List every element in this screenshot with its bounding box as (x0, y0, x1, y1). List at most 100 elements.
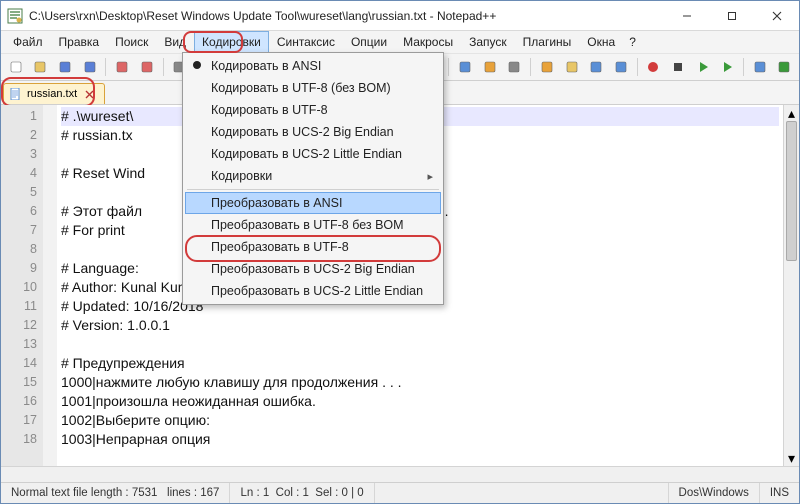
code-line: 1001|произошла неожиданная ошибка. (61, 392, 779, 411)
status-eol: Dos\Windows (669, 483, 760, 503)
line-number: 13 (1, 335, 37, 354)
toolbar-new-button[interactable] (5, 56, 27, 78)
line-number: 15 (1, 373, 37, 392)
toolbar-forward-button[interactable] (716, 56, 738, 78)
status-caret: Ln : 1 Col : 1 Sel : 0 | 0 (230, 483, 374, 503)
tab-label: russian.txt (27, 88, 77, 100)
menu-макросы[interactable]: Макросы (395, 31, 461, 53)
outdent-icon (588, 59, 604, 75)
menu-опции[interactable]: Опции (343, 31, 395, 53)
menu-синтаксис[interactable]: Синтаксис (269, 31, 343, 53)
scroll-down-icon[interactable]: ▾ (784, 450, 799, 466)
menu-правка[interactable]: Правка (51, 31, 108, 53)
close-button[interactable] (754, 1, 799, 30)
file-tab[interactable]: russian.txt (3, 83, 105, 104)
toolbar-separator (448, 58, 449, 76)
toolbar-spell-button[interactable] (773, 56, 795, 78)
stop-icon (670, 59, 686, 75)
toolbar-indent-guide-button[interactable] (536, 56, 558, 78)
record-icon (645, 59, 661, 75)
toolbar-whitespace-button[interactable] (504, 56, 526, 78)
menu-окна[interactable]: Окна (579, 31, 623, 53)
encoding-menu-item[interactable]: Кодировать в UCS-2 Little Endian (185, 143, 441, 165)
scroll-track[interactable] (784, 121, 799, 450)
close-icon (114, 59, 130, 75)
line-number: 18 (1, 430, 37, 449)
scroll-up-icon[interactable]: ▴ (784, 105, 799, 121)
encoding-menu-item[interactable]: Преобразовать в UCS-2 Big Endian (185, 258, 441, 280)
toolbar-indent-button[interactable] (610, 56, 632, 78)
toolbar-wrap-button[interactable] (479, 56, 501, 78)
square-icon (752, 59, 768, 75)
encoding-menu-item[interactable]: Преобразовать в ANSI (185, 192, 441, 214)
line-number: 2 (1, 126, 37, 145)
menu-файл[interactable]: Файл (5, 31, 51, 53)
save-all-icon (82, 59, 98, 75)
window-title: C:\Users\rxn\Desktop\Reset Windows Updat… (29, 9, 664, 23)
title-bar: C:\Users\rxn\Desktop\Reset Windows Updat… (1, 1, 799, 31)
toolbar-lang-button[interactable] (561, 56, 583, 78)
save-icon (57, 59, 73, 75)
line-number: 3 (1, 145, 37, 164)
spell-icon (776, 59, 792, 75)
toolbar-close-all-button[interactable] (136, 56, 158, 78)
line-number: 11 (1, 297, 37, 316)
close-all-icon (139, 59, 155, 75)
toolbar-stop-button[interactable] (667, 56, 689, 78)
code-line: 1000|нажмите любую клавишу для продолжен… (61, 373, 779, 392)
new-icon (8, 59, 24, 75)
line-number: 12 (1, 316, 37, 335)
play-icon (695, 59, 711, 75)
encoding-menu-item[interactable]: Кодировки (185, 165, 441, 187)
encoding-menu-item[interactable]: Преобразовать в UCS-2 Little Endian (185, 280, 441, 302)
toolbar-play-button[interactable] (692, 56, 714, 78)
line-number: 1 (1, 107, 37, 126)
toolbar-save-all-button[interactable] (79, 56, 101, 78)
menu-separator (187, 189, 439, 190)
line-number: 17 (1, 411, 37, 430)
toolbar-separator (743, 58, 744, 76)
menu-запуск[interactable]: Запуск (461, 31, 515, 53)
line-number: 9 (1, 259, 37, 278)
toolbar-sync-button[interactable] (454, 56, 476, 78)
minimize-button[interactable] (664, 1, 709, 30)
tab-close-icon[interactable] (82, 87, 96, 101)
line-number: 16 (1, 392, 37, 411)
app-window: C:\Users\rxn\Desktop\Reset Windows Updat… (0, 0, 800, 504)
toolbar-open-button[interactable] (30, 56, 52, 78)
toolbar-outdent-button[interactable] (585, 56, 607, 78)
encoding-menu-item[interactable]: Кодировать в UTF-8 (без BOM) (185, 77, 441, 99)
menu-плагины[interactable]: Плагины (515, 31, 580, 53)
file-icon (10, 88, 22, 100)
toolbar-separator (530, 58, 531, 76)
menu-кодировки[interactable]: Кодировки (194, 31, 269, 53)
sync-icon (457, 59, 473, 75)
line-number: 5 (1, 183, 37, 202)
code-line: 1003|Непрарная опция (61, 430, 779, 449)
status-ins: INS (760, 483, 799, 503)
toolbar-record-button[interactable] (643, 56, 665, 78)
menu-поиск[interactable]: Поиск (107, 31, 156, 53)
menu-вид[interactable]: Вид (156, 31, 194, 53)
code-line: # Version: 1.0.0.1 (61, 316, 779, 335)
toolbar-separator (163, 58, 164, 76)
whitespace-icon (506, 59, 522, 75)
encoding-menu-item[interactable]: Кодировать в ANSI (185, 55, 441, 77)
vertical-scrollbar[interactable]: ▴ ▾ (783, 105, 799, 466)
open-icon (32, 59, 48, 75)
status-spacer (375, 483, 669, 503)
wrap-icon (482, 59, 498, 75)
toolbar-square-button[interactable] (749, 56, 771, 78)
encoding-menu-item[interactable]: Кодировать в UCS-2 Big Endian (185, 121, 441, 143)
maximize-button[interactable] (709, 1, 754, 30)
menu-?[interactable]: ? (623, 31, 642, 53)
toolbar-close-button[interactable] (111, 56, 133, 78)
scroll-thumb[interactable] (786, 121, 797, 261)
toolbar-save-button[interactable] (54, 56, 76, 78)
encoding-menu: Кодировать в ANSIКодировать в UTF-8 (без… (182, 52, 444, 305)
code-line (61, 335, 779, 354)
horizontal-scrollbar[interactable] (1, 466, 799, 482)
encoding-menu-item[interactable]: Преобразовать в UTF-8 без BOM (185, 214, 441, 236)
encoding-menu-item[interactable]: Кодировать в UTF-8 (185, 99, 441, 121)
encoding-menu-item[interactable]: Преобразовать в UTF-8 (185, 236, 441, 258)
